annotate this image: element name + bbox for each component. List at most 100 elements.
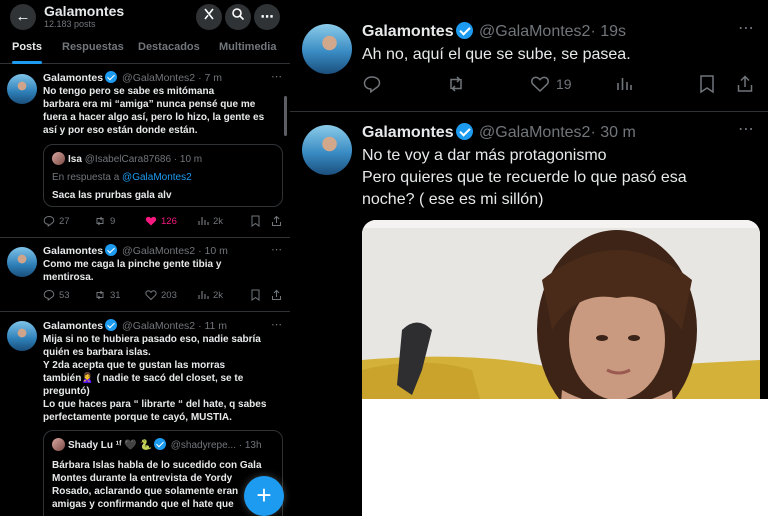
bookmark-icon[interactable] xyxy=(250,215,261,227)
tweet-time[interactable]: · 7 m xyxy=(198,72,222,84)
tweet[interactable]: Galamontes @GalaMontes2 · 7 m ⋯ No tengo… xyxy=(0,64,290,238)
views-button[interactable]: 2k xyxy=(197,289,223,301)
reply-button[interactable] xyxy=(362,74,382,94)
share-icon[interactable] xyxy=(736,74,754,94)
tweet-text-line: noche? ( ese es mi sillón) xyxy=(362,191,544,208)
like-button[interactable]: 126 xyxy=(145,215,177,227)
author-handle[interactable]: @GalaMontes2 xyxy=(479,23,590,40)
quoted-tweet-header: Shady Lu ¹ᶠ 🖤 🐍 @shadyrepe... · 13h xyxy=(52,438,262,451)
tab-posts[interactable]: Posts xyxy=(12,41,42,53)
tweet-time[interactable]: · 19s xyxy=(590,23,626,40)
tweet-text-line: también🙎‍♀️ ( nadie te sacó del closet, … xyxy=(43,373,244,384)
author-name[interactable]: Galamontes xyxy=(43,72,103,84)
tweet-detail-panel: Galamontes @GalaMontes2· 19s ⋯ Ah no, aq… xyxy=(290,0,768,516)
redaction-box xyxy=(362,399,768,516)
tweet-text-line: Lo que haces para “ librarte “ del hate,… xyxy=(43,399,267,410)
repost-button[interactable]: 31 xyxy=(94,289,121,301)
view-count: 2k xyxy=(213,215,224,227)
author-handle[interactable]: @GalaMontes2 xyxy=(122,72,195,84)
search-icon[interactable] xyxy=(225,4,251,30)
author-handle[interactable]: @GalaMontes2 xyxy=(479,124,590,141)
avatar[interactable] xyxy=(302,125,352,175)
avatar[interactable] xyxy=(7,247,37,277)
tweet-text-line: Y 2da acepta que te gustan las morras xyxy=(43,360,226,371)
reply-count: 53 xyxy=(59,289,70,301)
tweet-more-icon[interactable]: ⋯ xyxy=(738,119,754,139)
author-name[interactable]: Galamontes xyxy=(43,320,103,332)
tweet-actions: 19 xyxy=(362,74,762,94)
tweet-time[interactable]: · 11 m xyxy=(198,320,227,332)
tweet-text-line: fuera a hacer algo así, pero lo hizo, la… xyxy=(43,112,265,123)
avatar[interactable] xyxy=(302,24,352,74)
views-button[interactable]: 2k xyxy=(197,215,223,227)
author-handle[interactable]: @GalaMontes2 xyxy=(122,245,195,257)
profile-timeline-panel: ← Galamontes 12.183 posts ⋯ Posts Respue… xyxy=(0,0,290,516)
reply-prefix: En respuesta a xyxy=(52,172,120,183)
tweet-text-line: Pero quieres que te recuerde lo que pasó… xyxy=(362,169,687,186)
tweet-text: Como me caga la pinche gente tibia y men… xyxy=(43,258,279,284)
reply-to-handle[interactable]: @GalaMontes2 xyxy=(122,172,192,183)
quoted-tweet-header: Isa @IsabelCara87686 · 10 m xyxy=(52,152,202,165)
reply-button[interactable]: 53 xyxy=(43,289,70,301)
tweet-text-line: barbara era mi “amiga” nunca pensé que m… xyxy=(43,99,256,110)
reply-icon xyxy=(43,215,55,227)
tweet-text: No tengo pero se sabe es mitómana barbar… xyxy=(43,85,279,137)
like-button[interactable]: 203 xyxy=(145,289,177,301)
bookmark-icon[interactable] xyxy=(250,289,261,301)
like-count: 19 xyxy=(556,76,572,92)
tweet[interactable]: Galamontes @GalaMontes2· 30 m ⋯ No te vo… xyxy=(290,112,768,516)
share-icon[interactable] xyxy=(271,215,282,227)
avatar[interactable] xyxy=(7,74,37,104)
views-icon xyxy=(198,291,209,299)
reply-icon xyxy=(43,289,55,301)
tab-destacados[interactable]: Destacados xyxy=(138,41,200,53)
quoted-tweet[interactable]: Isa @IsabelCara87686 · 10 m En respuesta… xyxy=(43,144,283,207)
share-icon[interactable] xyxy=(271,289,282,301)
tweet-more-icon[interactable]: ⋯ xyxy=(738,18,754,38)
repost-button[interactable]: 9 xyxy=(94,215,115,227)
tweet[interactable]: Galamontes @GalaMontes2· 19s ⋯ Ah no, aq… xyxy=(290,0,768,112)
heart-filled-icon xyxy=(145,216,157,226)
author-name[interactable]: Galamontes xyxy=(362,124,454,141)
quoted-author-name: Isa xyxy=(68,154,82,165)
tweet-time[interactable]: · 30 m xyxy=(590,124,635,141)
verified-badge-icon xyxy=(105,319,118,331)
scrollbar[interactable] xyxy=(284,96,287,136)
tab-respuestas[interactable]: Respuestas xyxy=(62,41,124,53)
heart-icon xyxy=(531,76,549,93)
back-arrow-icon[interactable]: ← xyxy=(10,4,36,30)
tweet-header: Galamontes @GalaMontes2 · 11 m xyxy=(43,319,227,332)
like-button[interactable]: 19 xyxy=(530,74,572,94)
tweet-text-line: quién es barbara islas. xyxy=(43,347,151,358)
like-count: 203 xyxy=(161,289,177,301)
tweet-more-icon[interactable]: ⋯ xyxy=(271,318,282,331)
tweet[interactable]: Galamontes @GalaMontes2 · 10 m ⋯ Como me… xyxy=(0,238,290,312)
tweet-more-icon[interactable]: ⋯ xyxy=(271,243,282,256)
bookmark-icon[interactable] xyxy=(698,74,716,94)
repost-button[interactable] xyxy=(446,74,466,94)
compose-post-button[interactable]: + xyxy=(244,476,284,516)
author-name[interactable]: Galamontes xyxy=(362,23,454,40)
quoted-text-line: Bárbara Islas habla de lo sucedido con G… xyxy=(52,460,262,471)
tweet-text: No te voy a dar más protagonismo Pero qu… xyxy=(362,145,754,211)
quoted-tweet-time: · 13h xyxy=(238,440,262,451)
reply-button[interactable]: 27 xyxy=(43,215,70,227)
grok-icon[interactable] xyxy=(196,4,222,30)
quoted-tweet-text: Bárbara Islas habla de lo sucedido con G… xyxy=(52,459,278,511)
tweet-text: Ah no, aquí el que se sube, se pasea. xyxy=(362,46,631,63)
tweet-text-line: No tengo pero se sabe es mitómana xyxy=(43,86,215,97)
tab-multimedia[interactable]: Multimedia xyxy=(219,41,276,53)
quoted-avatar xyxy=(52,152,65,165)
quoted-author-handle: @shadyrepe... xyxy=(170,440,236,451)
verified-badge-icon xyxy=(105,244,118,256)
avatar[interactable] xyxy=(7,321,37,351)
views-icon[interactable] xyxy=(614,74,634,94)
tweet-time[interactable]: · 10 m xyxy=(198,245,228,257)
quoted-text-line: Montes durante la entrevista de Yordy xyxy=(52,473,233,484)
more-options-icon[interactable]: ⋯ xyxy=(254,4,280,30)
author-name[interactable]: Galamontes xyxy=(43,245,103,257)
verified-badge-icon xyxy=(455,22,473,39)
tweet-text-line: Mija si no te hubiera pasado eso, nadie … xyxy=(43,334,261,345)
tweet-more-icon[interactable]: ⋯ xyxy=(271,70,282,83)
author-handle[interactable]: @GalaMontes2 xyxy=(122,320,195,332)
